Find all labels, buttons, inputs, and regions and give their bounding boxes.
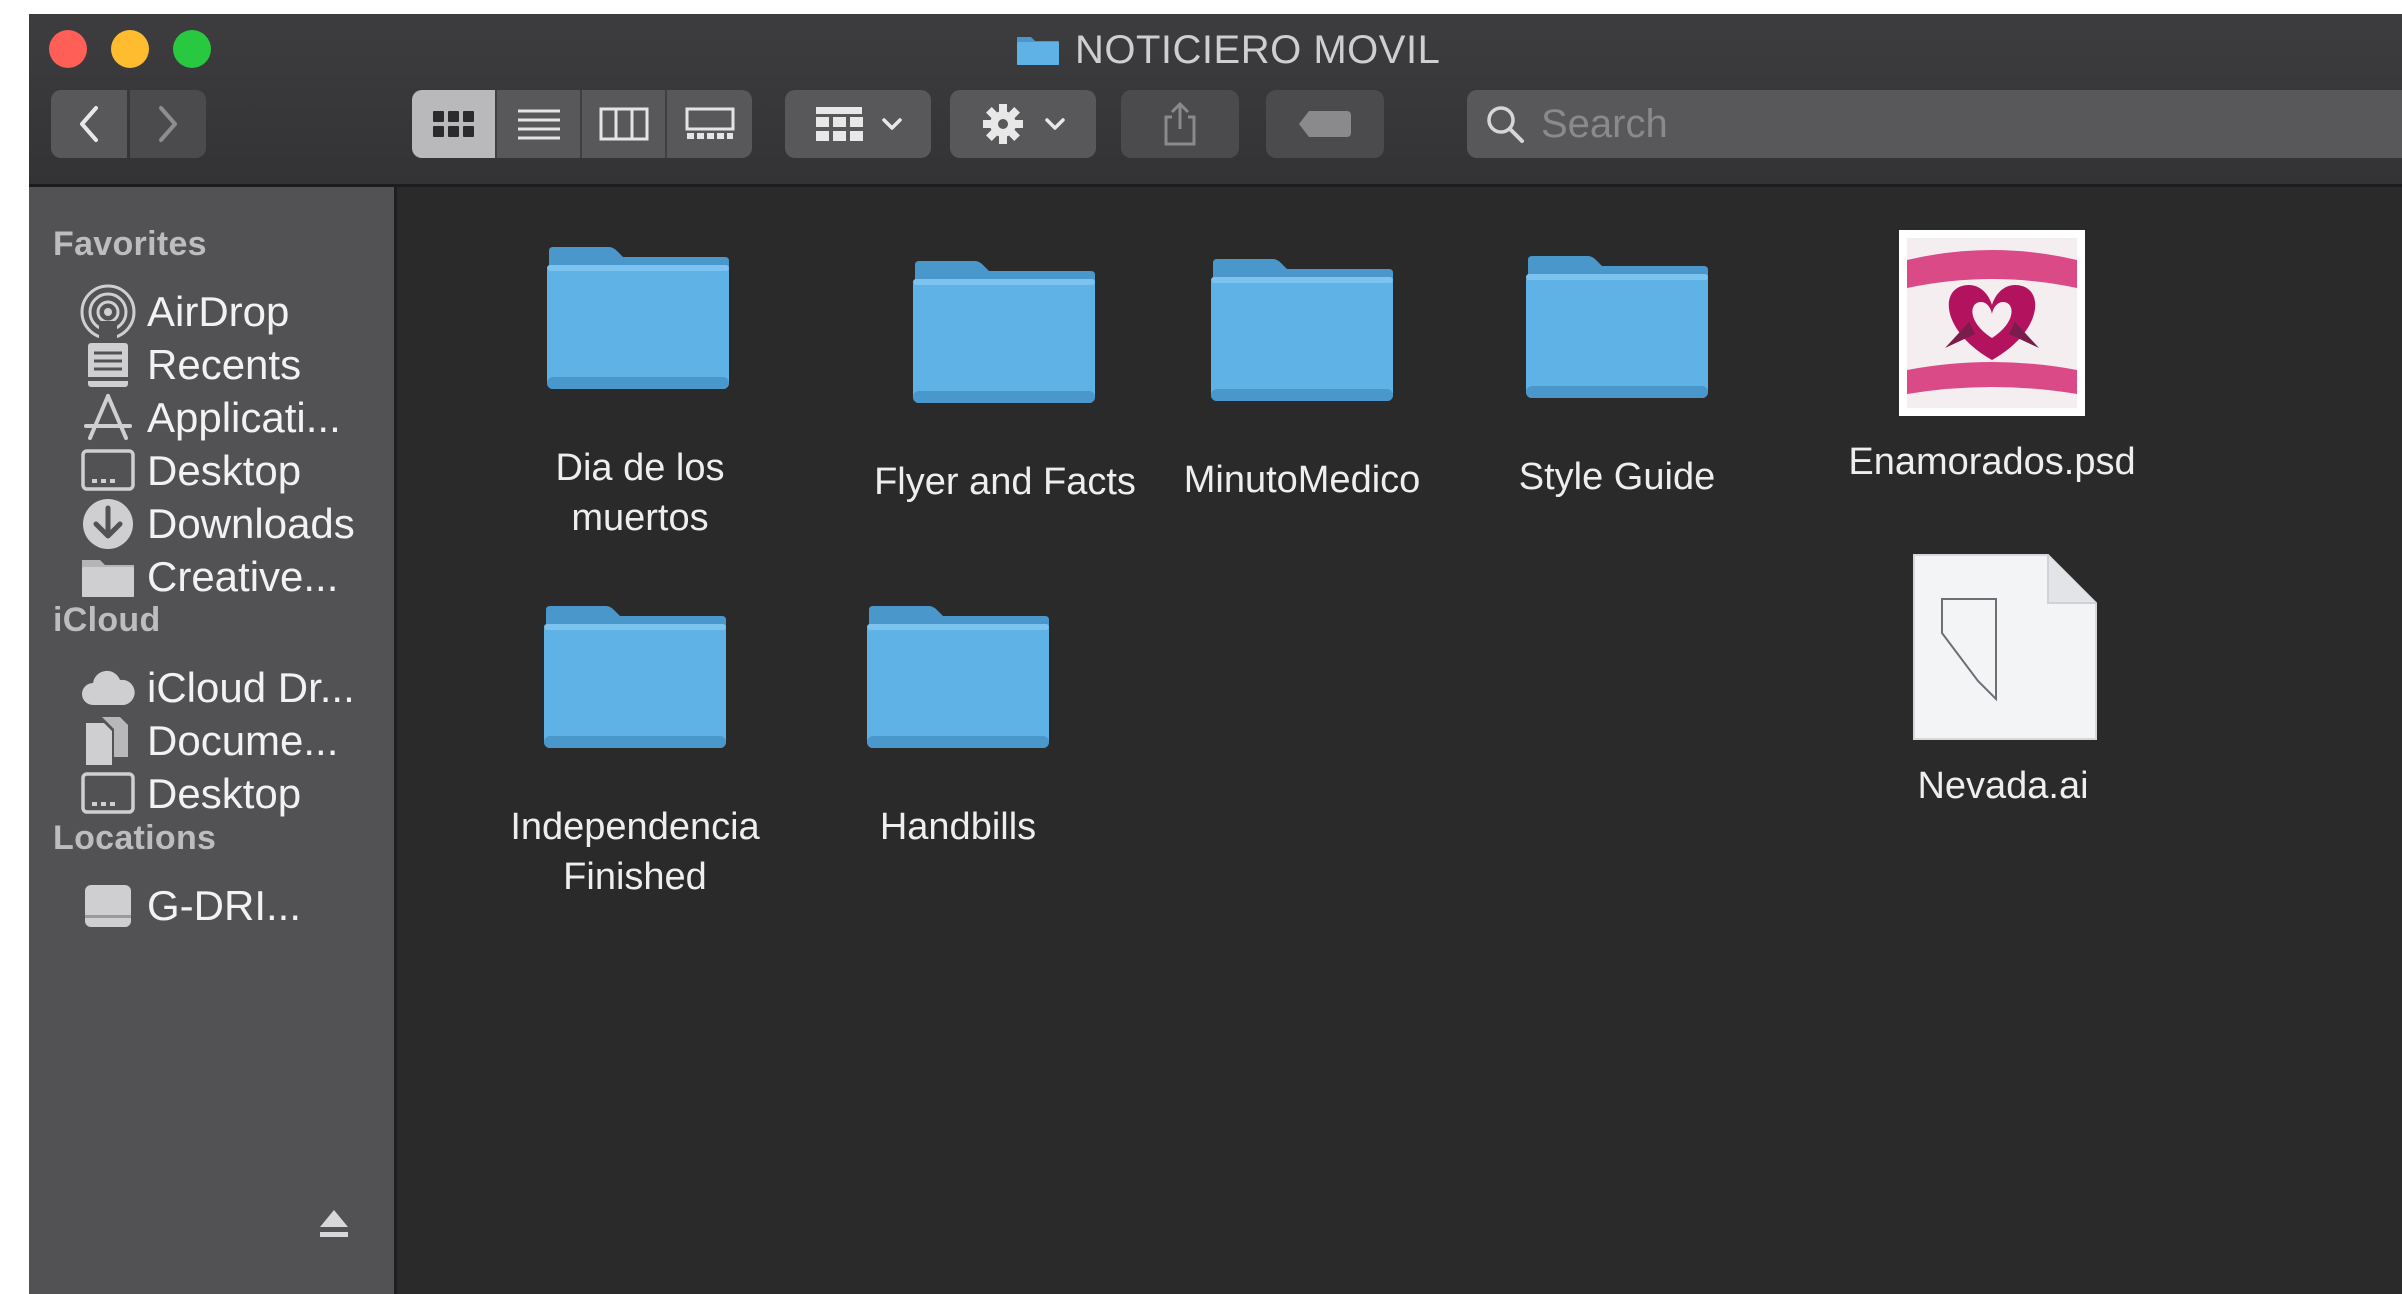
file-label-line: Style Guide [1518,456,1716,498]
sidebar-item-label: Downloads [147,500,355,547]
gallery-view-button[interactable] [667,90,752,158]
file-label: Handbills [880,802,1036,852]
group-grid-icon [816,107,902,141]
tag-button[interactable] [1266,90,1384,158]
file-label: Flyer and Facts [874,457,1136,507]
sidebar-section-favorites: Favorites [53,225,207,263]
sidebar-item-g-drive[interactable]: G-DRI... [79,874,301,938]
applications-icon [84,394,132,440]
sidebar-section-icloud: iCloud [53,601,161,639]
search-icon [1487,106,1524,143]
sidebar-item-label: iCloud Dr... [147,664,355,711]
file-label-line: Nevada.ai [1917,765,2089,807]
icon-view-button[interactable] [412,90,497,158]
folder-icon [1526,256,1708,398]
sidebar: Favorites AirDrop Recents Applicati... D… [29,187,397,1294]
folder-icon [913,261,1095,403]
folder-icon [1211,259,1393,401]
file-enamorados-psd[interactable] [1899,230,2085,416]
list-icon [517,109,560,140]
psd-thumbnail-icon [1899,230,2085,416]
file-browser: Dia de los muertos Flyer and Facts Minut… [400,187,2402,1294]
folder-style-guide[interactable] [1524,254,1710,400]
chevron-left-icon [80,106,98,142]
folder-dia-de-los-muertos[interactable] [545,245,731,391]
folder-independencia-finished[interactable] [542,604,728,750]
zoom-button[interactable] [173,30,211,68]
sidebar-item-label: Recents [147,341,302,388]
toolbar: NOTICIERO MOVIL [29,14,2402,187]
folder-flyer-and-facts[interactable] [911,259,1097,405]
file-label-line: Enamorados.psd [1848,441,2136,483]
recents-icon [88,343,128,387]
sidebar-item-label: Applicati... [147,394,341,441]
sidebar-item-icloud-desktop[interactable]: Desktop [79,762,301,826]
eject-icon[interactable] [317,1207,351,1241]
sidebar-item-label: AirDrop [147,288,290,335]
minimize-button[interactable] [111,30,149,68]
view-mode-control [412,90,752,158]
file-label-line: Handbills [879,806,1037,848]
window-title: NOTICIERO MOVIL [1015,24,1440,76]
sidebar-section-locations: Locations [53,819,217,857]
file-label: MinutoMedico [1184,455,1421,505]
file-label: Nevada.ai [1917,761,2088,811]
file-label-line: muertos [571,497,709,539]
columns-icon [599,107,648,141]
file-label-line: Dia de los [555,447,725,489]
sidebar-item-label: Desktop [147,447,302,494]
action-menu-button[interactable] [950,90,1096,158]
sidebar-item-label: Desktop [147,770,302,817]
close-button[interactable] [49,30,87,68]
folder-icon [544,606,726,748]
share-icon [1164,101,1196,146]
sidebar-item-creative[interactable]: Creative... [79,545,338,609]
file-nevada-ai[interactable] [1912,553,2098,741]
file-label: Dia de los muertos [556,443,725,543]
file-label-line: MinutoMedico [1183,459,1421,501]
folder-minutomedico[interactable] [1209,257,1395,403]
file-label: Enamorados.psd [1848,437,2135,487]
drive-icon [85,885,131,927]
folder-handbills[interactable] [865,604,1051,750]
column-view-button[interactable] [582,90,667,158]
finder-window: NOTICIERO MOVIL Search Favorites AirDrop… [29,14,2402,1294]
tag-icon [1299,111,1351,137]
file-label: Independencia Finished [510,802,759,902]
folder-icon [867,606,1049,748]
sidebar-item-label: Creative... [147,553,339,600]
folder-icon [1017,37,1059,65]
cloud-icon [82,670,135,705]
sidebar-item-label: Docume... [147,717,339,764]
window-title-text: NOTICIERO MOVIL [1075,27,1441,72]
folder-icon [82,560,134,597]
file-label-line: Flyer and Facts [874,461,1136,503]
file-label-line: Independencia [510,806,760,848]
sidebar-item-label: G-DRI... [147,882,301,929]
desktop-icon [81,772,135,814]
list-view-button[interactable] [497,90,582,158]
back-button[interactable] [51,90,127,158]
desktop-icon [81,449,135,491]
file-label: Style Guide [1519,452,1715,502]
gallery-icon [685,107,734,139]
chevron-right-icon [159,106,177,142]
gear-icon [983,104,1065,144]
search-input[interactable] [1539,100,2343,148]
forward-button[interactable] [130,90,206,158]
downloads-icon [83,499,133,549]
icon-grid-icon [432,111,474,137]
share-button[interactable] [1121,90,1239,158]
document-icon [1913,554,2097,740]
search-field[interactable] [1467,90,2402,158]
chevron-down-icon [882,118,902,130]
documents-icon [86,717,128,765]
folder-icon [547,247,729,389]
group-by-button[interactable] [785,90,931,158]
file-label-line: Finished [563,856,707,898]
